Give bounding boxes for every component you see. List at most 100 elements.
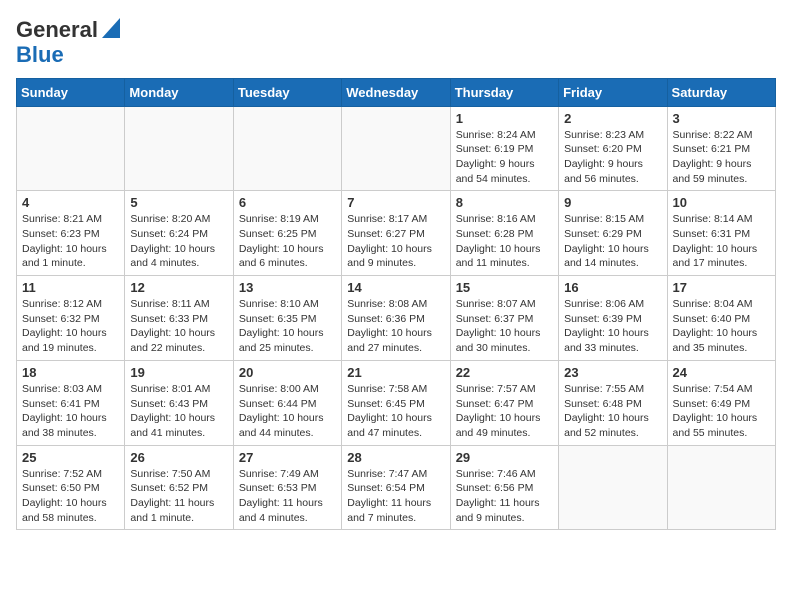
day-info: Sunrise: 7:58 AM Sunset: 6:45 PM Dayligh… [347,382,444,441]
day-cell [17,106,125,191]
logo-text-general: General [16,18,98,42]
day-cell: 13Sunrise: 8:10 AM Sunset: 6:35 PM Dayli… [233,276,341,361]
day-number: 26 [130,450,227,465]
weekday-tuesday: Tuesday [233,78,341,106]
day-number: 4 [22,195,119,210]
day-cell: 24Sunrise: 7:54 AM Sunset: 6:49 PM Dayli… [667,360,775,445]
day-number: 15 [456,280,553,295]
weekday-friday: Friday [559,78,667,106]
day-info: Sunrise: 7:54 AM Sunset: 6:49 PM Dayligh… [673,382,770,441]
logo-text-blue: Blue [16,43,120,67]
day-cell: 20 Sunrise: 8:00 AM Sunset: 6:44 PM Dayli… [233,360,341,445]
day-info: Sunrise: 8:01 AM Sunset: 6:43 PM Dayligh… [130,382,227,441]
calendar-table: SundayMondayTuesdayWednesdayThursdayFrid… [16,78,776,531]
day-cell: 12 Sunrise: 8:11 AM Sunset: 6:33 PM Dayli… [125,276,233,361]
day-cell: 7 Sunrise: 8:17 AM Sunset: 6:27 PM Daylig… [342,191,450,276]
day-cell: 1 Sunrise: 8:24 AM Sunset: 6:19 PM Daylig… [450,106,558,191]
day-number: 5 [130,195,227,210]
day-number: 17 [673,280,770,295]
day-cell: 5 Sunrise: 8:20 AM Sunset: 6:24 PM Daylig… [125,191,233,276]
day-number: 19 [130,365,227,380]
logo-bird-icon [102,18,120,38]
day-info: Sunrise: 8:22 AM Sunset: 6:21 PM Dayligh… [673,128,770,187]
day-number: 1 [456,111,553,126]
day-number: 18 [22,365,119,380]
day-number: 20 [239,365,336,380]
day-info: Sunrise: 8:17 AM Sunset: 6:27 PM Dayligh… [347,212,444,271]
day-cell: 10 Sunrise: 8:14 AM Sunset: 6:31 PM Dayli… [667,191,775,276]
day-cell: 18 Sunrise: 8:03 AM Sunset: 6:41 PM Dayli… [17,360,125,445]
day-number: 3 [673,111,770,126]
day-info: Sunrise: 8:24 AM Sunset: 6:19 PM Dayligh… [456,128,553,187]
day-info: Sunrise: 8:06 AM Sunset: 6:39 PM Dayligh… [564,297,661,356]
day-cell: 15 Sunrise: 8:07 AM Sunset: 6:37 PM Dayli… [450,276,558,361]
day-info: Sunrise: 8:00 AM Sunset: 6:44 PM Dayligh… [239,382,336,441]
day-cell: 8Sunrise: 8:16 AM Sunset: 6:28 PM Daylig… [450,191,558,276]
logo: General Blue [16,16,120,68]
day-info: Sunrise: 7:50 AM Sunset: 6:52 PM Dayligh… [130,467,227,526]
day-cell: 27 Sunrise: 7:49 AM Sunset: 6:53 PM Dayli… [233,445,341,530]
day-info: Sunrise: 8:14 AM Sunset: 6:31 PM Dayligh… [673,212,770,271]
day-cell [667,445,775,530]
day-cell: 4 Sunrise: 8:21 AM Sunset: 6:23 PM Daylig… [17,191,125,276]
day-info: Sunrise: 7:52 AM Sunset: 6:50 PM Dayligh… [22,467,119,526]
week-row-0: 1 Sunrise: 8:24 AM Sunset: 6:19 PM Daylig… [17,106,776,191]
weekday-wednesday: Wednesday [342,78,450,106]
day-number: 9 [564,195,661,210]
calendar-body: 1 Sunrise: 8:24 AM Sunset: 6:19 PM Daylig… [17,106,776,530]
day-cell: 9 Sunrise: 8:15 AM Sunset: 6:29 PM Daylig… [559,191,667,276]
weekday-thursday: Thursday [450,78,558,106]
day-number: 21 [347,365,444,380]
day-info: Sunrise: 8:08 AM Sunset: 6:36 PM Dayligh… [347,297,444,356]
day-info: Sunrise: 7:55 AM Sunset: 6:48 PM Dayligh… [564,382,661,441]
day-cell: 22 Sunrise: 7:57 AM Sunset: 6:47 PM Dayli… [450,360,558,445]
day-cell: 17Sunrise: 8:04 AM Sunset: 6:40 PM Dayli… [667,276,775,361]
day-number: 23 [564,365,661,380]
day-number: 10 [673,195,770,210]
day-cell: 14 Sunrise: 8:08 AM Sunset: 6:36 PM Dayli… [342,276,450,361]
day-number: 29 [456,450,553,465]
day-number: 7 [347,195,444,210]
day-cell: 3 Sunrise: 8:22 AM Sunset: 6:21 PM Daylig… [667,106,775,191]
day-cell: 28 Sunrise: 7:47 AM Sunset: 6:54 PM Dayli… [342,445,450,530]
day-cell: 6 Sunrise: 8:19 AM Sunset: 6:25 PM Daylig… [233,191,341,276]
week-row-2: 11Sunrise: 8:12 AM Sunset: 6:32 PM Dayli… [17,276,776,361]
day-number: 16 [564,280,661,295]
day-number: 14 [347,280,444,295]
day-info: Sunrise: 8:03 AM Sunset: 6:41 PM Dayligh… [22,382,119,441]
day-cell: 25 Sunrise: 7:52 AM Sunset: 6:50 PM Dayli… [17,445,125,530]
day-cell [233,106,341,191]
day-number: 27 [239,450,336,465]
weekday-header-row: SundayMondayTuesdayWednesdayThursdayFrid… [17,78,776,106]
day-cell: 2 Sunrise: 8:23 AM Sunset: 6:20 PM Daylig… [559,106,667,191]
day-number: 2 [564,111,661,126]
day-number: 28 [347,450,444,465]
day-info: Sunrise: 8:21 AM Sunset: 6:23 PM Dayligh… [22,212,119,271]
day-info: Sunrise: 8:15 AM Sunset: 6:29 PM Dayligh… [564,212,661,271]
day-cell: 19 Sunrise: 8:01 AM Sunset: 6:43 PM Dayli… [125,360,233,445]
day-info: Sunrise: 7:46 AM Sunset: 6:56 PM Dayligh… [456,467,553,526]
day-info: Sunrise: 8:07 AM Sunset: 6:37 PM Dayligh… [456,297,553,356]
calendar-header: SundayMondayTuesdayWednesdayThursdayFrid… [17,78,776,106]
weekday-monday: Monday [125,78,233,106]
day-number: 6 [239,195,336,210]
day-info: Sunrise: 8:19 AM Sunset: 6:25 PM Dayligh… [239,212,336,271]
day-number: 22 [456,365,553,380]
day-cell: 23 Sunrise: 7:55 AM Sunset: 6:48 PM Dayli… [559,360,667,445]
week-row-4: 25 Sunrise: 7:52 AM Sunset: 6:50 PM Dayli… [17,445,776,530]
day-number: 12 [130,280,227,295]
day-cell [342,106,450,191]
day-info: Sunrise: 8:11 AM Sunset: 6:33 PM Dayligh… [130,297,227,356]
day-number: 8 [456,195,553,210]
day-info: Sunrise: 7:57 AM Sunset: 6:47 PM Dayligh… [456,382,553,441]
day-cell [559,445,667,530]
day-info: Sunrise: 7:49 AM Sunset: 6:53 PM Dayligh… [239,467,336,526]
day-cell: 11Sunrise: 8:12 AM Sunset: 6:32 PM Dayli… [17,276,125,361]
day-info: Sunrise: 8:20 AM Sunset: 6:24 PM Dayligh… [130,212,227,271]
day-cell [125,106,233,191]
day-info: Sunrise: 7:47 AM Sunset: 6:54 PM Dayligh… [347,467,444,526]
day-info: Sunrise: 8:23 AM Sunset: 6:20 PM Dayligh… [564,128,661,187]
day-number: 25 [22,450,119,465]
day-cell: 26 Sunrise: 7:50 AM Sunset: 6:52 PM Dayli… [125,445,233,530]
weekday-sunday: Sunday [17,78,125,106]
